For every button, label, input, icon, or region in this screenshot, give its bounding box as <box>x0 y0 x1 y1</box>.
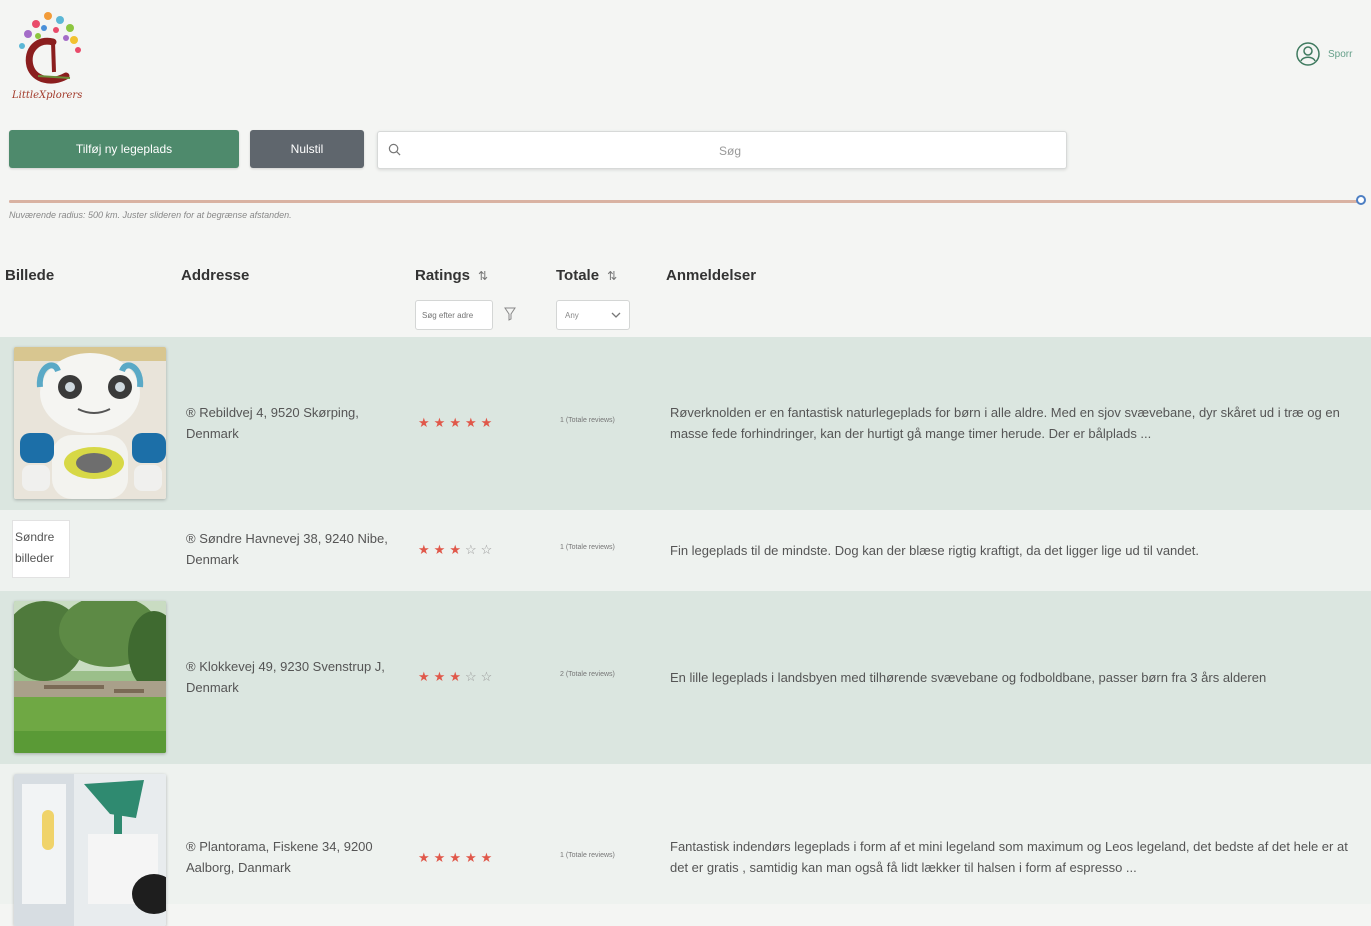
star-filled-icon: ★ <box>433 542 446 557</box>
review-text: En lille legeplads i landsbyen med tilhø… <box>670 670 1267 685</box>
radius-note: Nuværende radius: 500 km. Juster slidere… <box>9 210 292 220</box>
rating-stars: ★ ★ ★ ☆ ☆ <box>418 669 492 685</box>
table-row[interactable]: Søndre billeder ® Søndre Havnevej 38, 92… <box>0 510 1371 591</box>
rating-stars: ★ ★ ★ ★ ★ <box>418 415 492 431</box>
review-text: Fin legeplads til de mindste. Dog kan de… <box>670 543 1199 558</box>
rating-stars: ★ ★ ★ ★ ★ <box>418 850 492 866</box>
star-filled-icon: ★ <box>449 542 461 557</box>
add-playground-button[interactable]: Tilføj ny legeplads <box>9 130 239 168</box>
star-filled-icon: ★ <box>449 415 461 430</box>
star-filled-icon: ★ <box>433 850 446 865</box>
review-text: Røverknolden er en fantastisk naturlegep… <box>670 405 1340 441</box>
header-address: Addresse <box>181 267 250 284</box>
address-cell: ® Rebildvej 4, 9520 Skørping, Denmark <box>186 405 359 441</box>
playground-image[interactable] <box>14 347 166 499</box>
filter-icon[interactable] <box>504 307 516 321</box>
rating-stars: ★ ★ ★ ☆ ☆ <box>418 542 492 558</box>
sort-icon[interactable]: ⇅ <box>478 269 488 283</box>
user-circle-icon[interactable] <box>1296 42 1320 66</box>
star-filled-icon: ★ <box>449 850 461 865</box>
sort-icon[interactable]: ⇅ <box>607 269 617 283</box>
star-empty-icon: ☆ <box>464 542 477 557</box>
logo-text: LittleXplorers <box>12 90 83 101</box>
star-filled-icon: ★ <box>464 415 477 430</box>
playground-image[interactable]: Søndre billeder <box>12 520 70 578</box>
star-empty-icon: ☆ <box>464 669 477 684</box>
tree-logo-icon <box>19 12 81 84</box>
total-reviews: 1 (Totale reviews) <box>560 417 615 424</box>
user-menu[interactable]: Sporr <box>1296 42 1352 66</box>
logo[interactable]: LittleXplorers <box>8 6 94 104</box>
playground-table: Billede Addresse Ratings ⇅ Totale ⇅ Anme… <box>0 255 1371 926</box>
star-filled-icon: ★ <box>418 850 430 865</box>
search-icon <box>388 143 401 156</box>
total-reviews: 1 (Totale reviews) <box>560 852 615 859</box>
header: LittleXplorers Sporr <box>0 0 1371 120</box>
table-row[interactable]: ® Plantorama, Fiskene 34, 9200 Aalborg, … <box>0 764 1371 926</box>
star-filled-icon: ★ <box>418 542 430 557</box>
table-row[interactable]: ® Rebildvej 4, 9520 Skørping, Denmark ★ ★… <box>0 337 1371 510</box>
star-empty-icon: ☆ <box>480 669 493 684</box>
star-filled-icon: ★ <box>449 669 461 684</box>
playground-image[interactable] <box>14 774 166 926</box>
table-row[interactable]: ® Klokkevej 49, 9230 Svenstrup J, Denmar… <box>0 591 1371 764</box>
user-label[interactable]: Sporr <box>1328 49 1352 60</box>
broken-image-placeholder: Søndre billeder <box>12 520 70 578</box>
total-select-value: Any <box>565 310 579 320</box>
star-filled-icon: ★ <box>433 669 446 684</box>
slider-thumb[interactable] <box>1356 195 1366 205</box>
radius-slider[interactable] <box>9 195 1367 207</box>
slider-fill <box>9 200 1361 203</box>
playground-image[interactable] <box>14 601 166 753</box>
header-image: Billede <box>5 267 55 284</box>
search-input[interactable] <box>408 138 1052 164</box>
star-filled-icon: ★ <box>480 415 493 430</box>
search-box[interactable] <box>377 131 1067 169</box>
address-cell: ® Klokkevej 49, 9230 Svenstrup J, Denmar… <box>186 659 385 695</box>
star-filled-icon: ★ <box>418 669 430 684</box>
park-photo <box>14 601 166 753</box>
table-header: Billede Addresse Ratings ⇅ Totale ⇅ Anme… <box>0 255 1371 337</box>
star-filled-icon: ★ <box>433 415 446 430</box>
total-reviews: 2 (Totale reviews) <box>560 671 615 678</box>
robot-photo <box>14 347 166 499</box>
address-cell: ® Søndre Havnevej 38, 9240 Nibe, Denmark <box>186 531 388 567</box>
review-text: Fantastisk indendørs legeplads i form af… <box>670 839 1348 875</box>
address-cell: ® Plantorama, Fiskene 34, 9200 Aalborg, … <box>186 839 373 875</box>
star-filled-icon: ★ <box>418 415 430 430</box>
header-ratings[interactable]: Ratings ⇅ <box>415 267 488 284</box>
indoor-photo <box>14 774 166 926</box>
header-total[interactable]: Totale ⇅ <box>556 267 617 284</box>
star-filled-icon: ★ <box>464 850 477 865</box>
total-reviews: 1 (Totale reviews) <box>560 544 615 551</box>
chevron-down-icon <box>611 312 621 318</box>
header-reviews: Anmeldelser <box>666 267 757 284</box>
star-filled-icon: ★ <box>480 850 493 865</box>
reset-button[interactable]: Nulstil <box>250 130 364 168</box>
total-select[interactable]: Any <box>556 300 630 330</box>
star-empty-icon: ☆ <box>480 542 493 557</box>
rating-filter-input[interactable] <box>415 300 493 330</box>
